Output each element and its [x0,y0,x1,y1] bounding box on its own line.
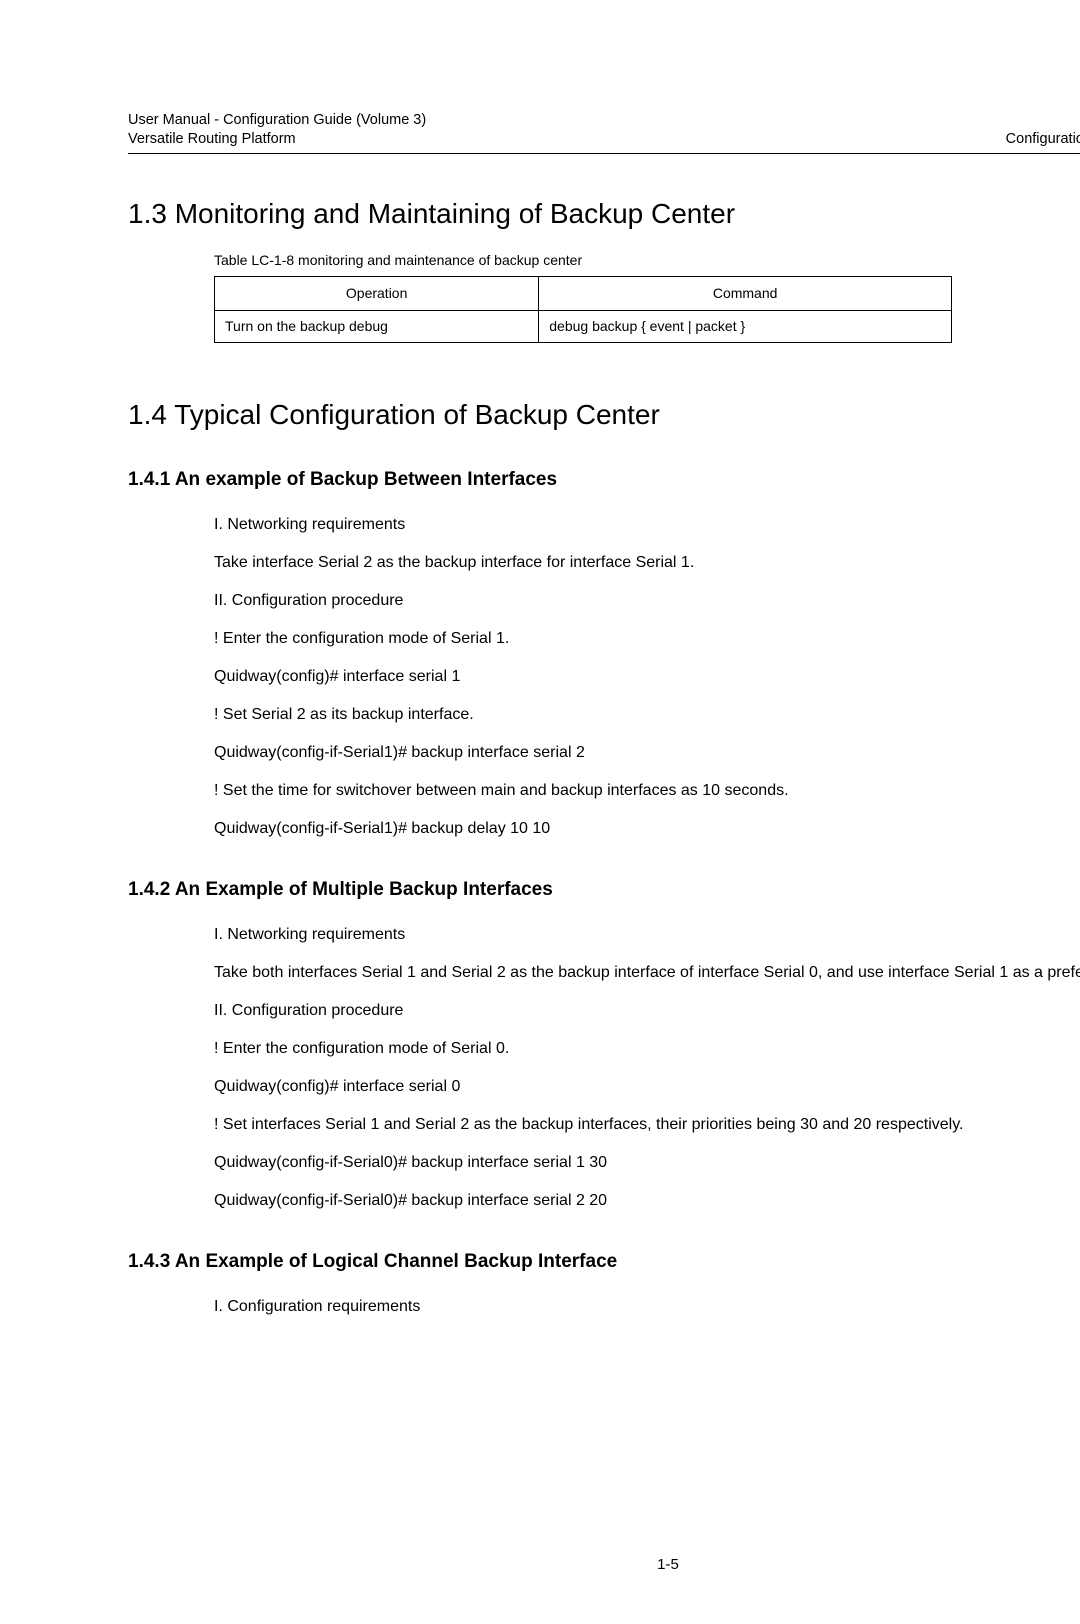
body-text: II. Configuration procedure [214,999,1080,1023]
section-1-4-3-body: I. Configuration requirements [214,1295,1080,1319]
body-text: ! Set the time for switchover between ma… [214,779,1080,803]
body-text: ! Enter the configuration mode of Serial… [214,1037,1080,1061]
body-text: Quidway(config-if-Serial0)# backup inter… [214,1151,1080,1175]
body-text: ! Set Serial 2 as its backup interface. [214,703,1080,727]
header-right: Chapter 1 Configuration of Backup Center [1006,96,1080,150]
page-header: User Manual - Configuration Guide (Volum… [128,96,1080,154]
header-left-line2: Versatile Routing Platform [128,130,426,150]
chapter-title: Chapter 1 [1006,96,1080,128]
body-text: I. Networking requirements [214,513,1080,537]
header-left-line1: User Manual - Configuration Guide (Volum… [128,111,426,131]
body-text: I. Configuration requirements [214,1295,1080,1319]
debug-command-table: Operation Command Turn on the backup deb… [214,276,952,343]
body-text: Quidway(config)# interface serial 1 [214,665,1080,689]
cell-operation: Turn on the backup debug [215,310,539,342]
body-text: I. Networking requirements [214,923,1080,947]
header-right-sub: Configuration of Backup Center [1006,130,1080,150]
body-text: ! Set interfaces Serial 1 and Serial 2 a… [214,1113,1080,1137]
page-number: 1-5 [128,1556,1080,1573]
section-1-4-3-title: 1.4.3 An Example of Logical Channel Back… [128,1251,1080,1273]
body-text: Take interface Serial 2 as the backup in… [214,551,1080,575]
table-caption: Table LC-1-8 monitoring and maintenance … [214,252,1080,268]
body-text: ! Enter the configuration mode of Serial… [214,627,1080,651]
section-1-4-2-title: 1.4.2 An Example of Multiple Backup Inte… [128,879,1080,901]
col-head-operation: Operation [215,276,539,310]
col-head-command: Command [539,276,952,310]
body-text: Quidway(config-if-Serial1)# backup inter… [214,741,1080,765]
body-text: II. Configuration procedure [214,589,1080,613]
body-text: Quidway(config-if-Serial1)# backup delay… [214,817,1080,841]
cell-command: debug backup { event | packet } [539,310,952,342]
body-text: Quidway(config)# interface serial 0 [214,1075,1080,1099]
table-header-row: Operation Command [215,276,952,310]
body-text: Quidway(config-if-Serial0)# backup inter… [214,1189,1080,1213]
body-text: Take both interfaces Serial 1 and Serial… [214,961,1080,985]
table-row: Turn on the backup debug debug backup { … [215,310,952,342]
section-1-4-1-title: 1.4.1 An example of Backup Between Inter… [128,469,1080,491]
section-1-4-1-body: I. Networking requirements Take interfac… [214,513,1080,841]
header-left: User Manual - Configuration Guide (Volum… [128,111,426,150]
section-1-4-2-body: I. Networking requirements Take both int… [214,923,1080,1213]
section-1-3-title: 1.3 Monitoring and Maintaining of Backup… [128,198,1080,230]
section-1-4-title: 1.4 Typical Configuration of Backup Cent… [128,399,1080,431]
